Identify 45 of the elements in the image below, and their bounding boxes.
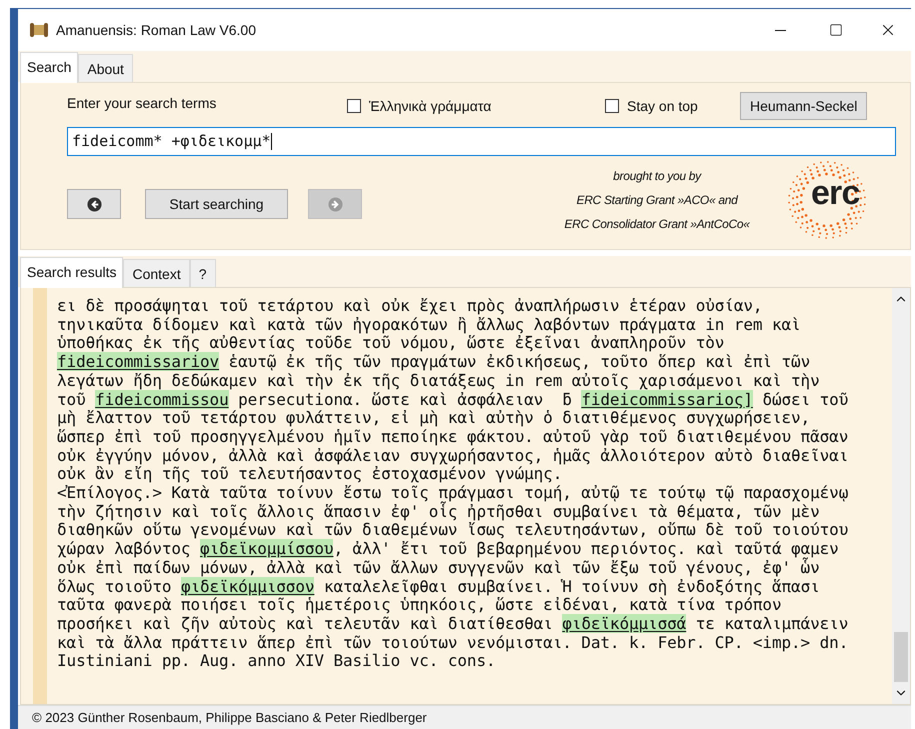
result-line: ὥσπερ ἐπὶ τοῦ προσηγγελμένου ἡμῖν πεποίηκε φάκτου. αὐτοῦ γὰρ τοῦ διατιθεμένου πᾶσαν <box>57 428 850 447</box>
result-line: ταῦτα φανερὰ ποιήσει τοῖς ἡμετέροις ὑπηκόοις, ὥστε εἰδέναι, κατὰ τίνα τρόπον <box>57 596 782 615</box>
result-line: ὅλως τοιοῦτο φιδεϊκόμμισσον καταλελεῖφθαι συμβαίνει. Ἡ τοίνυν σὴ ἐνδοξότης ἅπασι <box>57 578 821 596</box>
checkbox[interactable] <box>347 99 361 113</box>
checkbox-label: Ἑλληνικὰ γράμματα <box>369 96 492 116</box>
tab[interactable]: About <box>78 54 133 82</box>
result-line: διαθηκῶν οὕτω γενομένων καὶ τῶν διαθεμένων ἴσως τελευτησάντων, οὔπω δὲ τοῦ τοιούτου <box>57 521 850 540</box>
result-line: οὐκ ἐπὶ παίδων μόνων, ἀλλὰ καὶ τῶν ἄλλων συγγενῶν καὶ τῶν ἔξω τοῦ γένους, ἐφ' ὧν <box>57 558 820 578</box>
credit-line: ERC Starting Grant »ACO« and <box>576 192 738 209</box>
maximize-icon <box>829 23 843 37</box>
result-line: <Ἐπίλογος.> Κατὰ ταῦτα τοίνυν ἔστω τοῖς πράγμασι τομή, αὐτῷ τε τούτῳ τῷ παρασχομένῳ <box>57 484 850 502</box>
result-line: χώραν λαβόντος φιδεϊκομμίσσου, ἀλλ' ἔτι τοῦ βεβαρημένου περιόντος. καὶ ταῦτά φαμεν <box>57 540 840 558</box>
result-line: Iustiniani pp. Aug. anno XIV Basilio vc. cons. <box>57 652 496 672</box>
result-line: τηνικαῦτα δίδομεν καὶ κατὰ τῶν ἠγορακότων ἢ ἄλλως λαβόντων πράγματα in rem καὶ <box>57 316 802 334</box>
heumann-seckel-button[interactable]: Heumann-Seckel <box>740 92 868 120</box>
search-prompt: Enter your search terms <box>67 94 218 113</box>
result-line: προσήκει καὶ ζῆν αὐτοὺς καὶ τελευτᾶν καὶ διατίθεσθαι φιδεϊκόμμισσά τε καταλιμπάνειν <box>57 614 850 634</box>
tab[interactable]: Search results <box>20 257 124 288</box>
result-line: οὐκ ἂν εἴη τῆς τοῦ τελευτήσαντος ἐστοχασμένον γνώμης. <box>57 465 562 484</box>
scrollbar-thumb[interactable] <box>894 632 908 682</box>
tab[interactable]: Search <box>20 52 78 83</box>
scroll-icon <box>30 22 48 38</box>
tab[interactable]: Context <box>123 259 190 287</box>
result-line: ει δὲ προσάψηται τοῦ τετάρτου καὶ οὐκ ἔχει πρὸς ἀναπλήρωσιν ἑτέραν οὐσίαν, <box>57 297 764 316</box>
logo-text: erc <box>811 176 860 210</box>
window-title: Amanuensis: Roman Law V6.00 <box>56 20 256 40</box>
result-line: ὑποθήκας ἐκ τῆς αὐθεντίας τοῦδε τοῦ νόμου, ὥστε ἐξεῖναι ἀναπληροῦν τὸν <box>57 334 726 354</box>
result-line: τὴν ζήτησιν καὶ τοῖς ἄλλοις ἅπασιν ἐφ' οἷς ἠρτῆσθαι συμβαίνει τὰ θέματα, τῶν μὲν <box>57 502 820 522</box>
checkbox-label: Stay on top <box>627 96 698 116</box>
result-line: τοῦ fideicommissou persecutionα. ὥστε καὶ ἀσφάλειαν ƃ fideicommissarioς] δώσει τοῦ <box>57 390 850 410</box>
tab[interactable]: ? <box>190 259 216 287</box>
result-line: οὐκ ἐγγύην μόνον, ἀλλὰ καὶ ἀσφάλειαν συγχωρήσαντος, ἡμᾶς ἀλλοιότερον αὐτὸ διαθεῖναι <box>57 446 850 466</box>
scrollbar[interactable] <box>892 288 910 704</box>
credit-line: brought to you by <box>613 168 701 185</box>
result-line: καὶ τὰ ἄλλα πράττειν ἅπερ ἐπὶ τῶν τοιούτων νενόμισται. Dat. k. Febr. CP. <imp.> dn. <box>57 634 850 652</box>
credit-line: ERC Consolidator Grant »AntCoCo« <box>564 216 750 233</box>
result-line: fideicommissariov ἑαυτῷ ἐκ τῆς τῶν πραγμάτων ἐκδικήσεως, τοῦτο ὅπερ καὶ ἐπὶ τῶν <box>57 353 812 372</box>
start-searching-button[interactable]: Start searching <box>145 189 288 219</box>
search-field[interactable]: fideicomm* +φιδεικομμ* <box>67 127 896 156</box>
result-line: λεγάτων ἤδη δεδώκαμεν καὶ τὴν ἐκ τῆς διατάξεως in rem αὐτοῖς χαρισάμενοι καὶ τὴν <box>57 372 821 391</box>
back-button[interactable] <box>67 189 121 219</box>
status-text: © 2023 Günther Rosenbaum, Philippe Basciano & Peter Riedlberger <box>32 708 427 727</box>
checkbox[interactable] <box>605 99 619 113</box>
dotted-circle-logo-icon <box>787 160 867 240</box>
result-line: μὴ ἔλαττον τοῦ τετάρτου φυλάττειν, εἰ μὴ καὶ αὐτὴν ὁ διατιθέμενος συγχωρήσειεν, <box>57 409 812 428</box>
